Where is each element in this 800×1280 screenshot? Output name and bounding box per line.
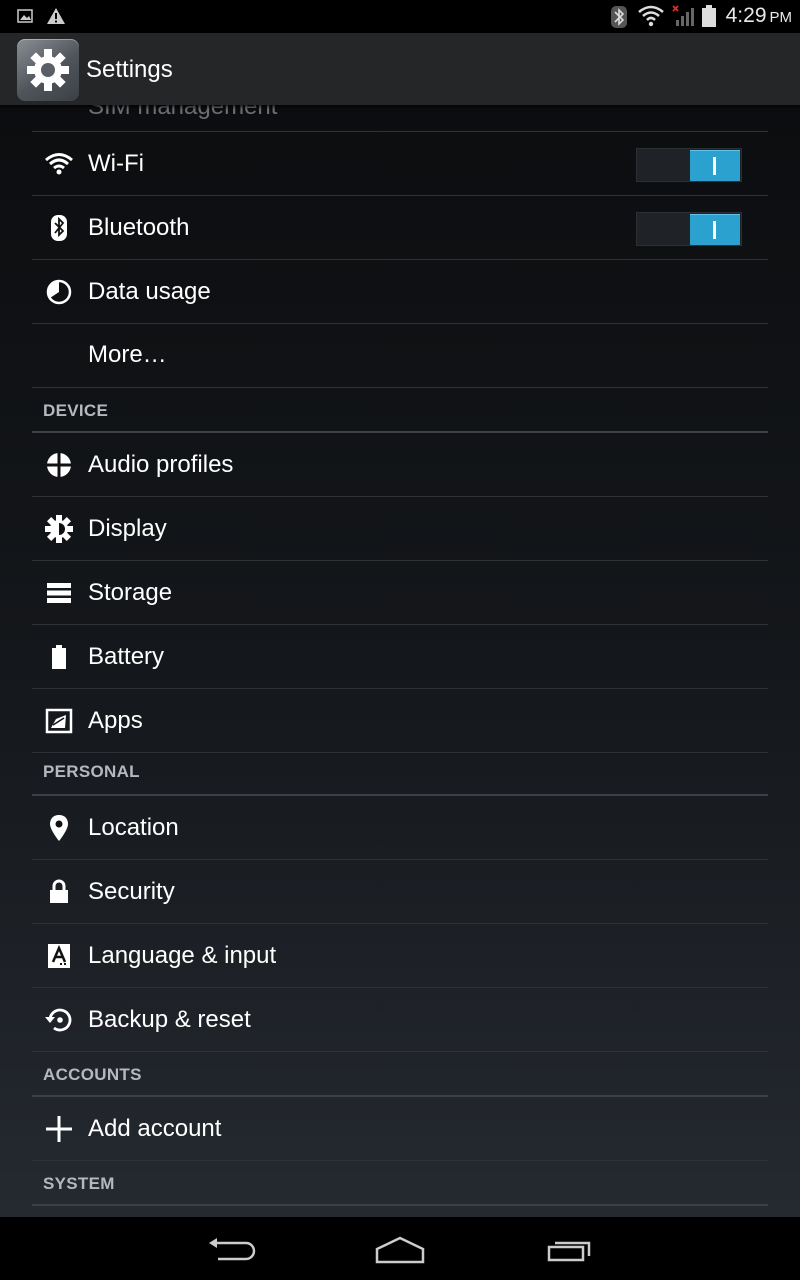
navigation-bar <box>0 1217 800 1280</box>
display-icon <box>45 515 73 543</box>
list-item-label: Bluetooth <box>88 214 190 241</box>
bluetooth-icon <box>611 6 627 28</box>
list-item-label: Display <box>88 515 167 542</box>
action-bar: Settings <box>0 33 800 105</box>
list-item-security[interactable]: Security <box>32 860 768 924</box>
section-header-device: DEVICE <box>32 388 768 433</box>
clock-ampm: PM <box>769 9 793 26</box>
list-item-label: Language & input <box>88 942 277 969</box>
list-item-more[interactable]: More… <box>32 324 768 388</box>
list-item-apps[interactable]: Apps <box>32 689 768 753</box>
bluetooth-toggle[interactable] <box>636 212 742 246</box>
no-signal-icon <box>672 5 694 26</box>
list-item-label: Wi-Fi <box>88 150 144 177</box>
wifi-icon <box>638 5 664 27</box>
list-item-label: Audio profiles <box>88 451 234 478</box>
list-item-label: Battery <box>88 643 165 670</box>
list-item-storage[interactable]: Storage <box>32 561 768 625</box>
section-header-personal: PERSONAL <box>32 753 768 796</box>
section-header-accounts: ACCOUNTS <box>32 1052 768 1097</box>
list-item-wifi[interactable]: Wi-Fi <box>32 132 768 196</box>
list-item-backup-reset[interactable]: Backup & reset <box>32 988 768 1052</box>
toggle-thumb <box>690 214 740 245</box>
list-item-battery[interactable]: Battery <box>32 625 768 689</box>
list-item-label: SIM management <box>88 105 278 120</box>
list-item-data-usage[interactable]: Data usage <box>32 260 768 324</box>
battery-icon <box>52 645 66 669</box>
bluetooth-icon <box>51 215 67 241</box>
section-header-system: SYSTEM <box>32 1161 768 1206</box>
list-item-location[interactable]: Location <box>32 796 768 860</box>
list-item-label: Location <box>88 814 179 841</box>
list-item-sim-management[interactable]: SIM management <box>32 105 768 132</box>
settings-gear-icon <box>27 49 69 91</box>
wifi-toggle[interactable] <box>636 148 742 182</box>
warning-notification-icon <box>47 8 65 24</box>
section-label: SYSTEM <box>43 1174 115 1193</box>
toggle-thumb <box>690 150 740 181</box>
data-usage-icon <box>46 279 72 305</box>
list-item-language-input[interactable]: Language & input <box>32 924 768 988</box>
recent-apps-icon[interactable] <box>545 1237 593 1263</box>
list-item-display[interactable]: Display <box>32 497 768 561</box>
section-label: DEVICE <box>43 401 109 420</box>
section-label: ACCOUNTS <box>43 1065 142 1084</box>
list-item-label: Backup & reset <box>88 1006 251 1033</box>
list-item-label: More… <box>88 341 167 368</box>
clock-time: 4:29 <box>725 4 767 27</box>
home-icon[interactable] <box>374 1235 426 1265</box>
clock: 4:29 PM <box>726 4 792 28</box>
list-item-label: Data usage <box>88 278 211 305</box>
list-item-label: Security <box>88 878 175 905</box>
gallery-notification-icon <box>17 9 33 23</box>
back-icon[interactable] <box>206 1237 256 1263</box>
battery-icon <box>702 5 716 27</box>
storage-icon <box>47 583 71 603</box>
list-item-label: Apps <box>88 707 143 734</box>
plus-icon <box>46 1116 72 1142</box>
list-item-bluetooth[interactable]: Bluetooth <box>32 196 768 260</box>
lock-icon <box>50 879 68 903</box>
list-item-add-account[interactable]: Add account <box>32 1097 768 1161</box>
backup-icon <box>45 1008 72 1032</box>
list-item-label: Storage <box>88 579 173 606</box>
apps-icon <box>45 708 73 734</box>
list-item-audio-profiles[interactable]: Audio profiles <box>32 433 768 497</box>
status-bar: 4:29 PM <box>0 0 800 33</box>
wifi-icon <box>45 153 73 175</box>
settings-list: SIM management Wi-Fi Bluetooth Data usag… <box>32 105 768 1206</box>
location-icon <box>50 815 68 841</box>
page-title: Settings <box>86 56 173 83</box>
language-icon <box>48 944 70 968</box>
audio-profiles-icon <box>47 453 71 477</box>
section-label: PERSONAL <box>43 762 140 781</box>
settings-app-icon[interactable] <box>17 39 79 101</box>
list-item-label: Add account <box>88 1115 222 1142</box>
